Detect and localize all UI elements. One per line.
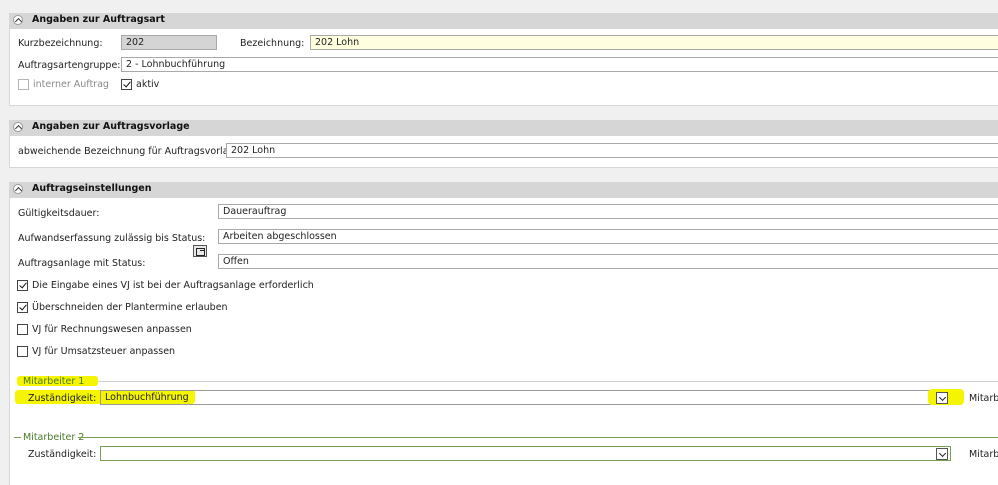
section-header-auftragsvorlage[interactable]: Angaben zur Auftragsvorlage (9, 120, 998, 135)
gueltigkeitsdauer-label: Gültigkeitsdauer: (18, 208, 100, 219)
bezeichnung-field[interactable]: 202 Lohn (310, 35, 998, 50)
kurzbezeichnung-label: Kurzbezeichnung: (18, 38, 103, 49)
mitarbeiter1-zustaendigkeit-value: Lohnbuchführung (105, 392, 189, 403)
status-select-icon[interactable] (193, 245, 207, 257)
mitarbeiter2-zustaendigkeit-select[interactable] (100, 446, 951, 461)
auftragsanlage-field[interactable]: Offen (218, 254, 998, 269)
vj-umsatzsteuer-label: VJ für Umsatzsteuer anpassen (32, 346, 176, 357)
auftragsartengruppe-label: Auftragsartengruppe: (18, 60, 121, 71)
mitarbeiter1-group-line (98, 381, 998, 382)
mitarbeiter2-zustaendigkeit-label: Zuständigkeit: (28, 449, 97, 460)
mitarbeiter1-zustaendigkeit-label: Zuständigkeit: (28, 393, 97, 404)
collapse-chevron-icon[interactable] (13, 122, 23, 132)
chevron-down-icon[interactable] (936, 448, 948, 460)
mitarbeiter1-zustaendigkeit-select[interactable]: Lohnbuchführung (100, 390, 951, 405)
plantermine-checkbox[interactable] (17, 302, 28, 313)
chevron-down-icon[interactable] (936, 392, 948, 404)
abweichende-bezeichnung-label: abweichende Bezeichnung für Auftragsvorl… (18, 146, 244, 157)
mitarbeiter1-group-label: Mitarbeiter 1 (23, 376, 85, 387)
section-title-auftragsart: Angaben zur Auftragsart (32, 14, 165, 25)
aktiv-label: aktiv (136, 79, 160, 90)
collapse-chevron-icon[interactable] (13, 184, 23, 194)
auftragsartengruppe-field[interactable]: 2 - Lohnbuchführung (121, 57, 998, 72)
section-header-auftragsart[interactable]: Angaben zur Auftragsart (9, 13, 998, 28)
section-title-einstellungen: Auftragseinstellungen (32, 183, 152, 194)
vj-erforderlich-label: Die Eingabe eines VJ ist bei der Auftrag… (32, 280, 314, 291)
mitarbeiter2-group-line-left (14, 437, 21, 438)
section-header-einstellungen[interactable]: Auftragseinstellungen (9, 182, 998, 197)
plantermine-label: Überschneiden der Plantermine erlauben (32, 302, 228, 313)
gueltigkeitsdauer-field[interactable]: Dauerauftrag (218, 204, 998, 219)
mitarbeiter2-right-label: Mitarbe (969, 449, 998, 460)
auftragsanlage-label: Auftragsanlage mit Status: (18, 258, 146, 269)
section-title-auftragsvorlage: Angaben zur Auftragsvorlage (32, 121, 190, 132)
kurzbezeichnung-field[interactable]: 202 (121, 35, 217, 50)
aufwandserfassung-label: Aufwandserfassung zulässig bis Status: (18, 233, 206, 244)
vj-erforderlich-checkbox[interactable] (17, 280, 28, 291)
vj-rechnungswesen-checkbox[interactable] (17, 324, 28, 335)
mitarbeiter1-right-label: Mitarbe (969, 393, 998, 404)
vj-umsatzsteuer-checkbox[interactable] (17, 346, 28, 357)
interner-auftrag-label: interner Auftrag (33, 79, 109, 90)
aufwandserfassung-field[interactable]: Arbeiten abgeschlossen (218, 229, 998, 244)
mitarbeiter2-group-label: Mitarbeiter 2 (23, 432, 85, 443)
aktiv-checkbox[interactable] (121, 79, 132, 90)
collapse-chevron-icon[interactable] (13, 15, 23, 25)
vj-rechnungswesen-label: VJ für Rechnungswesen anpassen (32, 324, 192, 335)
interner-auftrag-checkbox[interactable] (18, 79, 29, 90)
bezeichnung-label: Bezeichnung: (240, 38, 305, 49)
abweichende-bezeichnung-field[interactable]: 202 Lohn (226, 143, 998, 158)
mitarbeiter2-group-line (78, 437, 998, 438)
